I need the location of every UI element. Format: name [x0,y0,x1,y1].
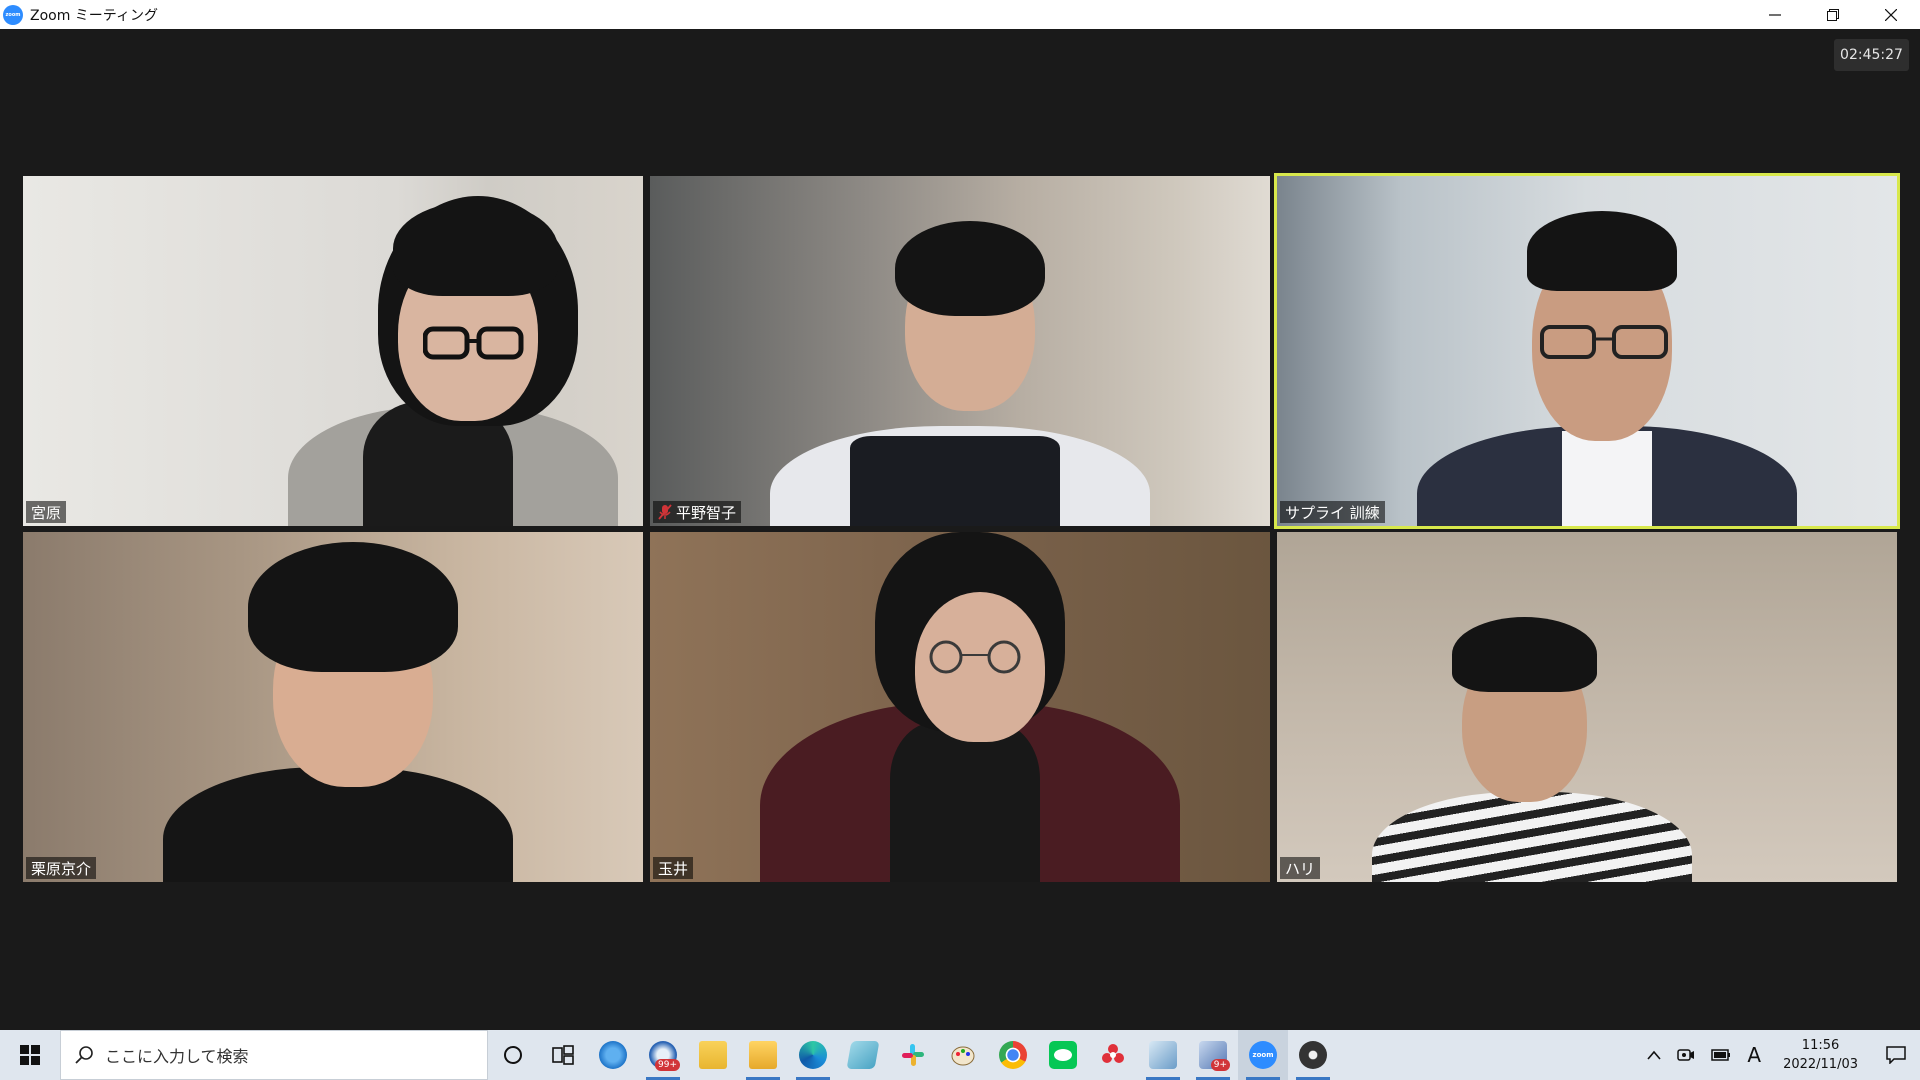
participant-tile[interactable]: 平野智子 [650,176,1270,526]
zoom-icon: zoom [1249,1041,1277,1069]
task-view-icon [552,1045,574,1065]
notepad-icon [846,1041,880,1069]
notification-icon [1886,1046,1906,1064]
cortana-icon [504,1046,522,1064]
window-controls [1746,0,1920,29]
taskbar: ここに入力して検索 99+ 9+ zoom A 11:56 2022/11/03 [0,1030,1920,1080]
onedrive-folder-icon [699,1041,727,1069]
participant-name-tag: 玉井 [653,857,694,879]
remote-tool-app[interactable]: 9+ [1188,1030,1238,1080]
title-bar: zoom Zoom ミーティング [0,0,1920,29]
participant-tile[interactable]: 宮原 [23,176,643,526]
davinci-icon [1299,1041,1327,1069]
chrome-icon [999,1041,1027,1069]
unread-badge: 99+ [655,1059,680,1071]
camera-tray-button[interactable] [1669,1030,1703,1080]
participant-tile[interactable]: ハリ [1277,532,1897,882]
slack-app[interactable] [888,1030,938,1080]
flower-app-icon [1102,1044,1124,1063]
notepad-app[interactable] [838,1030,888,1080]
zoom-app[interactable]: zoom [1238,1030,1288,1080]
davinci-app[interactable] [1288,1030,1338,1080]
restore-button[interactable] [1804,0,1862,29]
participant-name-tag: ハリ [1280,857,1321,879]
chevron-up-icon [1647,1050,1661,1060]
thunderbird-app[interactable]: 99+ [638,1030,688,1080]
chrome-app[interactable] [988,1030,1038,1080]
close-button[interactable] [1862,0,1920,29]
action-center-button[interactable] [1872,1030,1920,1080]
search-icon [75,1046,93,1064]
file-explorer-icon [749,1041,777,1069]
participant-video [23,532,643,882]
show-hidden-icons-button[interactable] [1639,1030,1669,1080]
internet-explorer-icon [599,1041,627,1069]
webcam-icon [1677,1049,1695,1061]
minimize-button[interactable] [1746,0,1804,29]
participant-tile-active-speaker[interactable]: サプライ 訓練 [1274,173,1900,529]
participant-tile[interactable]: 玉井 [650,532,1270,882]
close-icon [1885,8,1897,21]
participant-video [650,176,1270,526]
network-tool-app[interactable] [1138,1030,1188,1080]
slack-icon [902,1044,924,1066]
battery-button[interactable] [1703,1030,1739,1080]
minimize-icon [1769,13,1781,16]
taskbar-search-box[interactable]: ここに入力して検索 [60,1030,488,1080]
participant-name-tag: 宮原 [26,501,67,523]
edge-icon [799,1041,827,1069]
cortana-button[interactable] [488,1030,538,1080]
file-explorer-app[interactable] [738,1030,788,1080]
participant-video [1277,176,1897,526]
network-tool-icon [1149,1041,1177,1069]
clock-time: 11:56 [1801,1038,1840,1053]
ime-indicator[interactable]: A [1739,1030,1769,1080]
restore-icon [1827,8,1839,21]
participant-video [1277,532,1897,882]
participant-name-tag: 栗原京介 [26,857,97,879]
participant-tile[interactable]: 栗原京介 [23,532,643,882]
meeting-timer: 02:45:27 [1834,39,1909,71]
window-title: Zoom ミーティング [30,7,158,24]
windows-logo-icon [20,1045,40,1065]
onedrive-folder-app[interactable] [688,1030,738,1080]
line-app[interactable] [1038,1030,1088,1080]
participant-name-tag: 平野智子 [653,501,742,523]
participant-video [650,532,1270,882]
paint-app[interactable] [938,1030,988,1080]
line-icon [1049,1041,1077,1069]
participant-name-tag: サプライ 訓練 [1280,501,1385,523]
notification-badge: 9+ [1210,1059,1230,1071]
zoom-logo-icon: zoom [3,4,23,25]
edge-app[interactable] [788,1030,838,1080]
search-placeholder: ここに入力して検索 [105,1047,249,1066]
meeting-area: 02:45:27 宮原 平野智子 サプライ 訓練 栗原京介 玉井 ハリ [0,29,1920,1030]
participant-video [23,176,643,526]
internet-explorer-app[interactable] [588,1030,638,1080]
paint-icon [951,1046,975,1066]
start-button[interactable] [0,1030,60,1080]
system-tray: A 11:56 2022/11/03 [1639,1030,1920,1080]
task-view-button[interactable] [538,1030,588,1080]
battery-icon [1711,1049,1731,1061]
clock-date: 2022/11/03 [1783,1057,1858,1072]
microphone-muted-icon [658,504,672,520]
flower-app[interactable] [1088,1030,1138,1080]
system-clock[interactable]: 11:56 2022/11/03 [1769,1036,1872,1074]
